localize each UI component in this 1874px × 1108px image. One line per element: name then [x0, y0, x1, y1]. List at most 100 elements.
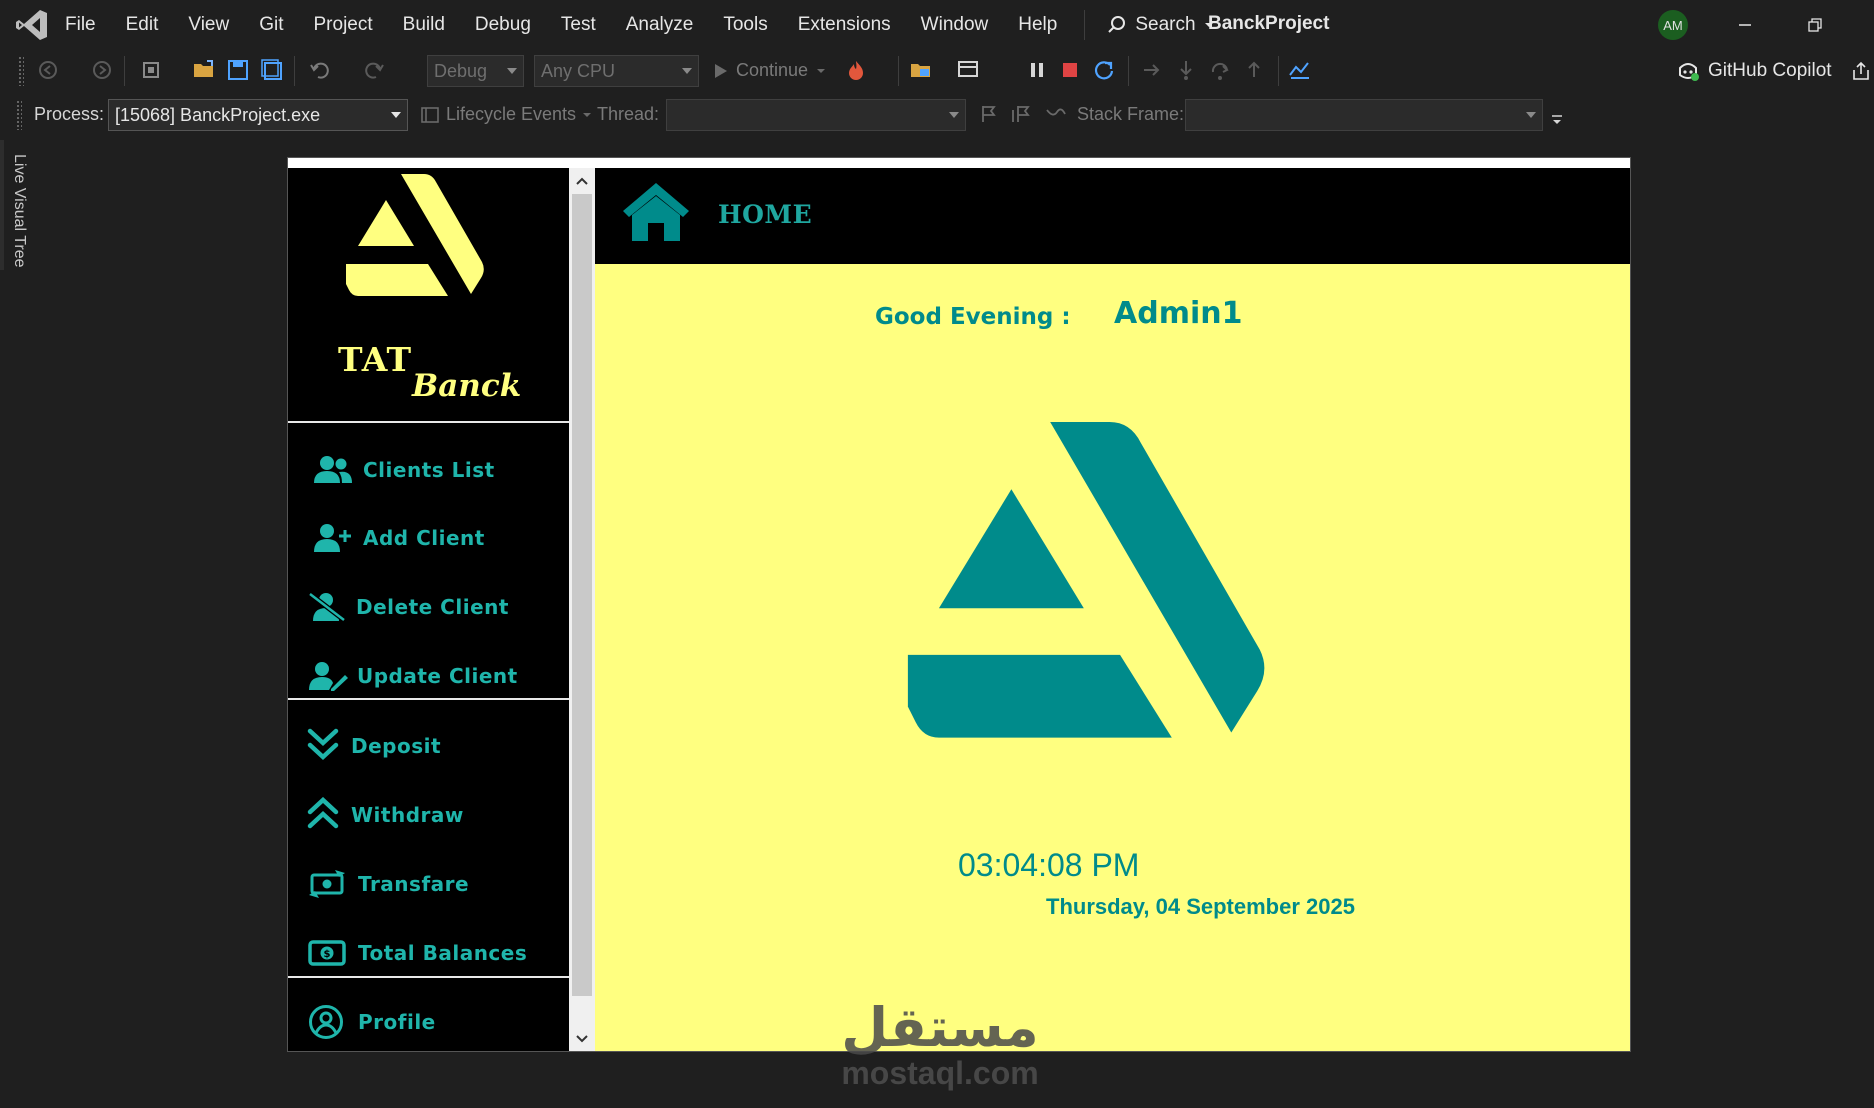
step-out-icon[interactable] [1240, 56, 1268, 84]
nav-delete-client[interactable]: Delete Client [288, 579, 569, 635]
menu-debug[interactable]: Debug [460, 14, 546, 36]
lifecycle-events-button[interactable]: Lifecycle Events [420, 104, 592, 125]
hot-reload-icon[interactable] [842, 56, 870, 84]
play-icon [715, 63, 727, 78]
platform-dropdown[interactable]: Any CPU [534, 55, 699, 87]
nav-add-client[interactable]: Add Client [288, 510, 569, 566]
ide-title-bar: File Edit View Git Project Build Debug T… [0, 0, 1874, 50]
solution-name: BanckProject [1208, 13, 1330, 34]
toolbar-separator [1128, 56, 1129, 86]
user-circle-icon [309, 1005, 343, 1039]
search-label: Search [1135, 14, 1196, 35]
nav-label-total-balances: Total Balances [358, 941, 528, 965]
nav-label-withdraw: Withdraw [351, 803, 464, 827]
chevrons-up-icon [307, 797, 339, 829]
lifecycle-icon [421, 106, 439, 123]
save-icon[interactable] [224, 56, 252, 84]
back-icon[interactable] [34, 56, 62, 84]
show-next-statement-icon[interactable] [1138, 56, 1166, 84]
scroll-up-button[interactable] [569, 168, 595, 194]
nav-total-balances[interactable]: $ Total Balances [288, 925, 569, 981]
scroll-down-button[interactable] [569, 1026, 595, 1051]
stack-frame-dropdown[interactable] [1185, 99, 1543, 131]
chevron-up-icon [576, 177, 588, 185]
menu-project[interactable]: Project [299, 14, 388, 36]
stop-icon[interactable] [1056, 56, 1084, 84]
configuration-dropdown[interactable]: Debug [427, 55, 524, 87]
scroll-thumb[interactable] [572, 194, 592, 996]
main-content: HOME Good Evening : Admin1 03:04:08 PM T… [595, 168, 1630, 1051]
continue-button[interactable]: Continue [714, 60, 826, 81]
brand-name-top: TAT [338, 340, 413, 379]
layout-icon[interactable] [954, 56, 982, 84]
menu-edit[interactable]: Edit [111, 14, 174, 36]
minimize-button[interactable] [1725, 8, 1765, 42]
live-visual-tree-tab[interactable]: Live Visual Tree [10, 154, 28, 268]
content-header: HOME [595, 168, 1630, 264]
user-plus-icon [314, 524, 351, 552]
process-dropdown[interactable]: [15068] BanckProject.exe [108, 99, 408, 131]
nav-clients-list[interactable]: Clients List [288, 442, 569, 498]
toolbar-separator [898, 56, 899, 86]
menu-view[interactable]: View [173, 14, 244, 36]
money-transfer-icon [309, 870, 345, 898]
users-icon [314, 456, 352, 483]
restore-button[interactable] [1795, 8, 1835, 42]
sidebar-scrollbar[interactable] [569, 168, 595, 1051]
menu-test[interactable]: Test [546, 14, 611, 36]
nav-label-profile: Profile [358, 1010, 436, 1034]
greeting-text: Good Evening : [875, 304, 1071, 330]
search-button[interactable]: Search [1095, 14, 1225, 36]
nav-withdraw[interactable]: Withdraw [288, 787, 569, 843]
menu-extensions[interactable]: Extensions [783, 14, 906, 36]
copilot-icon [1679, 63, 1699, 81]
step-over-icon[interactable] [1206, 56, 1234, 84]
share-icon[interactable] [1850, 60, 1872, 82]
toolbar-overflow-icon[interactable] [1543, 106, 1571, 134]
threads-icon[interactable] [1042, 100, 1070, 128]
pause-icon[interactable] [1023, 56, 1051, 84]
toolbar-grip[interactable] [16, 100, 22, 130]
step-into-icon[interactable] [1172, 56, 1200, 84]
sidebar-divider [288, 421, 569, 423]
window-top-strip [288, 158, 1630, 168]
restart-icon[interactable] [1090, 56, 1118, 84]
sidebar-divider [288, 698, 569, 700]
menu-build[interactable]: Build [388, 14, 460, 36]
flag-icon[interactable] [975, 100, 1003, 128]
user-slash-icon [308, 592, 346, 622]
svg-text:$: $ [324, 949, 331, 960]
menu-file[interactable]: File [50, 14, 111, 36]
diagnostic-tools-icon[interactable] [1286, 56, 1314, 84]
forward-icon[interactable] [88, 56, 116, 84]
nav-deposit[interactable]: Deposit [288, 718, 569, 774]
nav-transfare[interactable]: Transfare [288, 856, 569, 912]
brand-name-bottom: Banck [412, 368, 522, 404]
browse-folder-icon[interactable] [907, 56, 935, 84]
redo-icon[interactable] [360, 56, 388, 84]
new-project-icon[interactable] [138, 56, 166, 84]
menu-analyze[interactable]: Analyze [611, 14, 709, 36]
lifecycle-label: Lifecycle Events [446, 104, 577, 124]
github-copilot-button[interactable]: GitHub Copilot [1676, 60, 1872, 82]
home-icon[interactable] [621, 181, 691, 243]
nav-label-update-client: Update Client [357, 664, 518, 688]
flag-all-icon[interactable] [1007, 100, 1035, 128]
menu-help[interactable]: Help [1003, 14, 1072, 36]
menu-git[interactable]: Git [244, 14, 298, 36]
open-folder-icon[interactable] [190, 56, 218, 84]
watermark: مستقل mostaql.com [820, 1000, 1060, 1091]
nav-label-deposit: Deposit [351, 734, 442, 758]
nav-update-client[interactable]: Update Client [288, 648, 569, 704]
money-bill-icon: $ [308, 940, 346, 966]
undo-icon[interactable] [306, 56, 334, 84]
save-all-icon[interactable] [258, 56, 286, 84]
toolbar-grip[interactable] [18, 56, 24, 86]
menu-window[interactable]: Window [906, 14, 1004, 36]
nav-profile[interactable]: Profile [288, 994, 569, 1050]
thread-dropdown[interactable] [666, 99, 966, 131]
menu-tools[interactable]: Tools [708, 14, 782, 36]
sidebar: TAT Banck Clients List Add Client Delete… [288, 168, 569, 1051]
bank-app-window: TAT Banck Clients List Add Client Delete… [287, 157, 1631, 1052]
avatar[interactable]: AM [1658, 10, 1688, 40]
